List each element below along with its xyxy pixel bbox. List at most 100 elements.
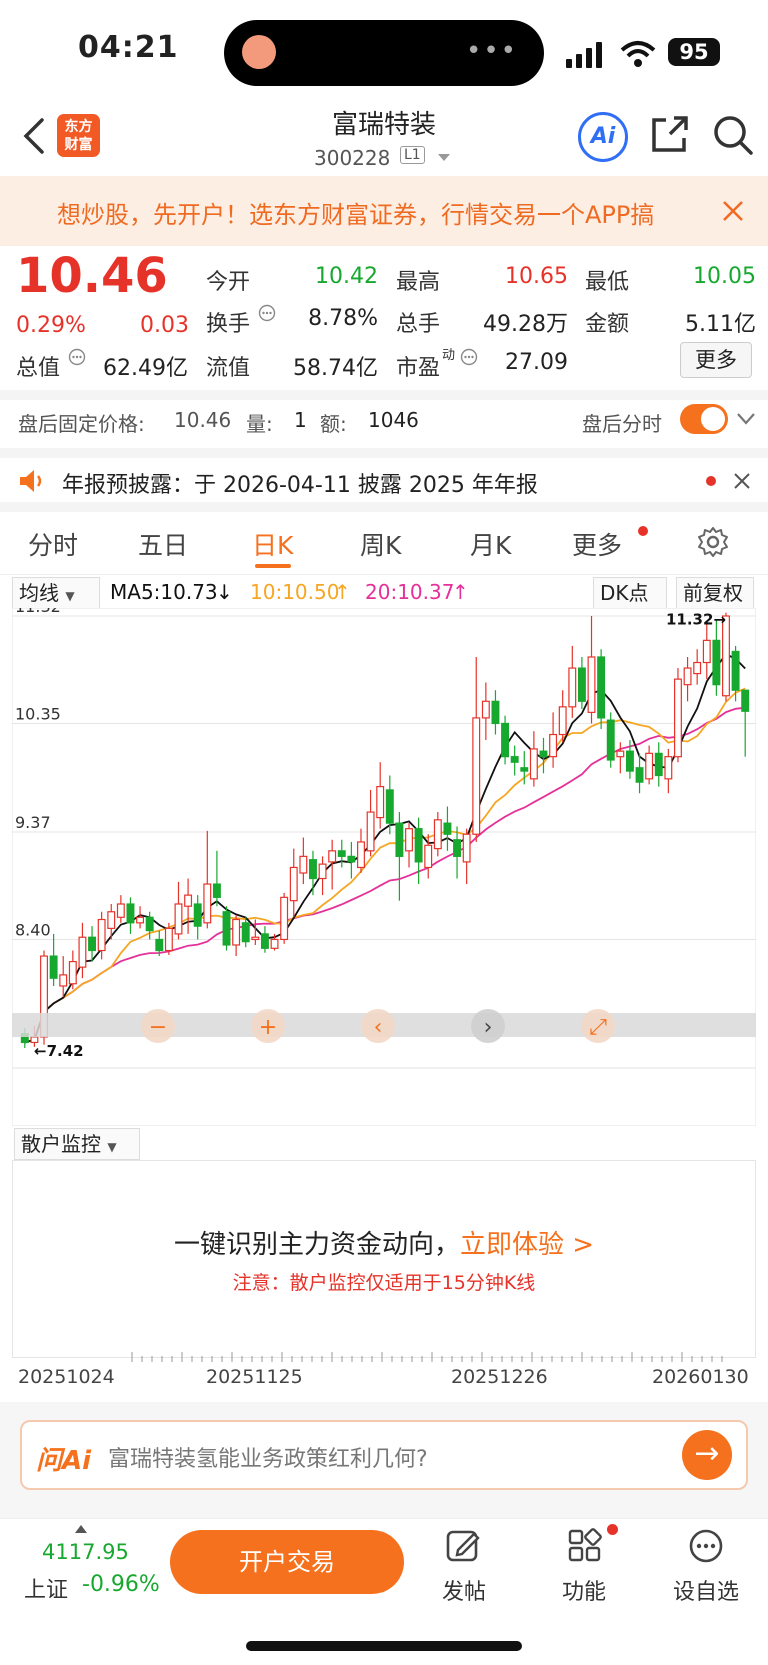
volume-value: 49.28万	[483, 312, 568, 337]
candle	[616, 750, 625, 758]
arrow-right-icon[interactable]: →	[682, 1430, 732, 1480]
candle	[385, 789, 394, 824]
y-tick-label: 10.35	[15, 704, 61, 723]
watchlist-label[interactable]: 设自选	[673, 1574, 739, 1606]
index-name[interactable]: 上证	[24, 1572, 68, 1604]
candle	[97, 918, 106, 952]
candle	[241, 922, 250, 943]
features-label[interactable]: 功能	[562, 1574, 606, 1606]
zoom-left-glyph: ‹	[374, 1015, 383, 1040]
tab-weekly-k[interactable]: 周K	[360, 526, 401, 562]
candle	[654, 752, 663, 777]
search-icon[interactable]	[712, 114, 754, 156]
back-icon[interactable]	[22, 118, 46, 154]
tab-daily-k[interactable]: 日K	[252, 526, 293, 562]
tab-more[interactable]: 更多	[572, 526, 622, 562]
tab-timeshare[interactable]: 分时	[28, 526, 78, 562]
candle	[193, 903, 202, 927]
chevron-down-icon[interactable]	[437, 153, 451, 163]
candle	[558, 706, 567, 736]
logo-line-2: 财富	[64, 137, 93, 153]
candle	[232, 918, 241, 946]
stock-name: 富瑞特装	[331, 110, 436, 140]
candle	[88, 936, 97, 952]
after-hours-toggle[interactable]	[680, 404, 728, 434]
logo-line-1: 东方	[64, 119, 93, 135]
notice-text[interactable]: 年报预披露：于 2026-04-11 披露 2025 年年报	[62, 467, 538, 499]
candle	[107, 911, 116, 929]
candle	[289, 866, 298, 902]
tab-monthly-k[interactable]: 月K	[470, 526, 511, 562]
zoom-right-glyph: ›	[484, 1015, 493, 1040]
after-hours-vol: 1	[294, 408, 307, 432]
turnover-value: 8.78%	[308, 306, 378, 331]
candle	[539, 750, 548, 758]
candle	[260, 933, 269, 949]
close-icon[interactable]	[733, 472, 751, 490]
dk-point-button[interactable]: DK点	[593, 577, 667, 609]
info-icon[interactable]	[68, 348, 86, 366]
ma5-label: MA5:10.73	[110, 580, 218, 604]
candle	[693, 661, 702, 675]
more-circle-icon[interactable]	[688, 1528, 724, 1564]
ma20-label: 20:10.37	[365, 580, 455, 604]
ask-ai-prompt[interactable]: 富瑞特装氢能业务政策红利几何?	[108, 1441, 428, 1473]
candle	[59, 974, 68, 987]
divider	[0, 502, 768, 512]
index-change[interactable]: -0.96%	[82, 1572, 160, 1597]
candle	[251, 936, 260, 941]
candle	[366, 811, 375, 852]
dropdown-arrow-icon: ▼	[65, 589, 75, 603]
tab-five-day[interactable]: 五日	[138, 526, 188, 562]
candle	[625, 750, 634, 772]
y-tick-label: 8.40	[15, 920, 51, 939]
more-button[interactable]: 更多	[680, 342, 752, 378]
active-tab-indicator	[255, 564, 291, 568]
chevron-down-icon[interactable]	[736, 412, 756, 426]
retail-monitor-prompt[interactable]: 一键识别主力资金动向，立即体验 >	[0, 1224, 768, 1261]
low-label: 最低	[585, 270, 630, 295]
stock-code: 300228	[314, 146, 391, 170]
retail-monitor-select[interactable]: 散户监控 ▼	[14, 1128, 140, 1160]
candle	[712, 639, 721, 686]
candle	[299, 855, 308, 874]
candle	[155, 938, 164, 952]
ma-select[interactable]: 均线 ▼	[12, 577, 100, 609]
open-account-trade-button[interactable]: 开户交易	[170, 1530, 404, 1594]
candle	[731, 650, 740, 691]
candle	[308, 859, 317, 880]
zoom-minus-glyph: −	[149, 1015, 167, 1040]
try-now-link[interactable]: 立即体验 >	[460, 1230, 594, 1260]
after-hours-timeshare-label: 盘后分时	[582, 412, 662, 436]
candle	[68, 961, 77, 985]
level-badge[interactable]: L1	[400, 146, 425, 164]
candle	[443, 822, 452, 835]
share-icon[interactable]	[650, 114, 690, 154]
candle	[702, 639, 711, 664]
info-icon[interactable]	[258, 304, 276, 322]
turnover-label: 换手	[206, 312, 251, 337]
candle	[203, 883, 212, 924]
battery-indicator: 95	[668, 38, 720, 66]
adjust-button[interactable]: 前复权	[676, 577, 754, 609]
edit-post-icon[interactable]	[446, 1528, 482, 1564]
candle	[510, 756, 519, 763]
open-value: 10.42	[315, 264, 378, 289]
candle	[357, 841, 365, 869]
candle	[481, 700, 490, 719]
post-label[interactable]: 发帖	[442, 1574, 486, 1606]
candle	[222, 911, 231, 946]
candle	[270, 938, 279, 949]
after-hours-amt-label: 额:	[320, 412, 347, 436]
after-hours-vol-label: 量:	[246, 412, 273, 436]
info-icon[interactable]	[460, 348, 478, 366]
y-tick-label: 11.32	[15, 608, 61, 616]
kline-chart[interactable]: 11.32 10.35 9.37 8.40 11.32→ ←7.42 − + ‹ › ⤢	[12, 608, 756, 1126]
settings-gear-icon[interactable]	[697, 526, 729, 558]
index-value[interactable]: 4117.95	[42, 1540, 129, 1564]
ai-assistant-icon[interactable]: Ai	[578, 112, 628, 162]
features-grid-icon[interactable]	[567, 1528, 603, 1564]
promo-banner-text[interactable]: 想炒股，先开户！选东方财富证券，行情交易一个APP搞	[57, 195, 697, 230]
close-icon[interactable]	[722, 200, 744, 222]
candle	[606, 719, 615, 761]
